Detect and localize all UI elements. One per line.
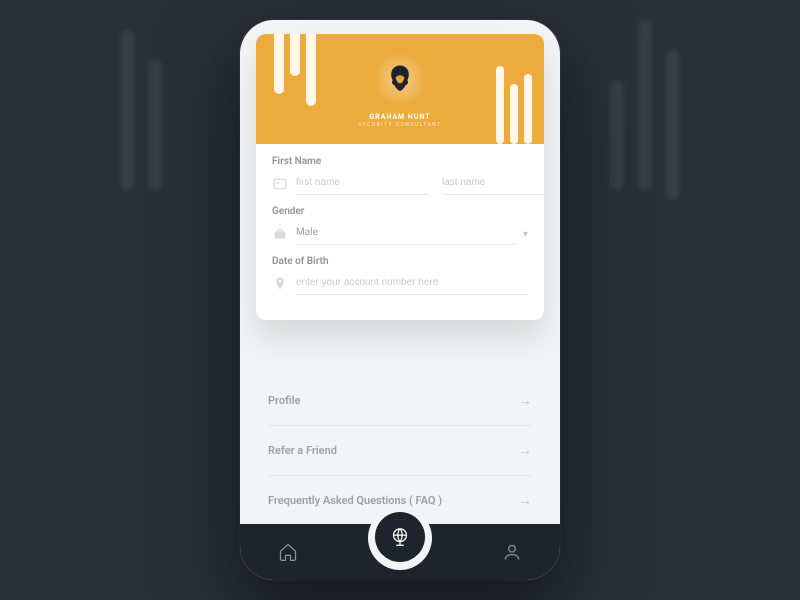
phone-frame: GRAHAM HUNT SECURITY CONSULTANT First Na… bbox=[240, 20, 560, 580]
user-icon bbox=[502, 542, 522, 562]
profile-card: GRAHAM HUNT SECURITY CONSULTANT First Na… bbox=[256, 34, 544, 320]
gender-label: Gender bbox=[272, 206, 528, 217]
home-icon bbox=[278, 542, 298, 562]
arrow-right-icon: → bbox=[518, 492, 532, 509]
last-name-input[interactable] bbox=[442, 173, 544, 195]
first-name-label: First Name bbox=[272, 156, 528, 167]
avatar-illustration-icon bbox=[382, 61, 418, 97]
nav-profile-button[interactable] bbox=[502, 542, 522, 562]
pin-icon bbox=[272, 276, 288, 292]
profile-subtitle: SECURITY CONSULTANT bbox=[358, 122, 441, 128]
nav-home-button[interactable] bbox=[278, 542, 298, 562]
settings-links: Profile → Refer a Friend → Frequently As… bbox=[268, 376, 532, 525]
dob-label: Date of Birth bbox=[272, 256, 528, 267]
arrow-right-icon: → bbox=[518, 392, 532, 409]
profile-form: First Name Gender Male ▾ bbox=[256, 144, 544, 296]
briefcase-icon bbox=[272, 226, 288, 242]
arrow-right-icon: → bbox=[518, 442, 532, 459]
avatar bbox=[372, 51, 428, 107]
link-profile[interactable]: Profile → bbox=[268, 376, 532, 426]
name-card-icon bbox=[272, 176, 288, 192]
chevron-down-icon: ▾ bbox=[523, 229, 528, 240]
profile-name: GRAHAM HUNT bbox=[369, 113, 430, 121]
gender-select[interactable]: Male ▾ bbox=[272, 223, 528, 246]
first-name-input[interactable] bbox=[296, 173, 428, 195]
link-refer-friend[interactable]: Refer a Friend → bbox=[268, 426, 532, 476]
link-label: Frequently Asked Questions ( FAQ ) bbox=[268, 494, 442, 507]
profile-banner: GRAHAM HUNT SECURITY CONSULTANT bbox=[256, 34, 544, 144]
link-label: Profile bbox=[268, 394, 300, 407]
link-label: Refer a Friend bbox=[268, 444, 337, 457]
dob-input[interactable] bbox=[296, 273, 528, 295]
bottom-nav bbox=[240, 524, 560, 580]
gender-value: Male bbox=[296, 223, 515, 245]
